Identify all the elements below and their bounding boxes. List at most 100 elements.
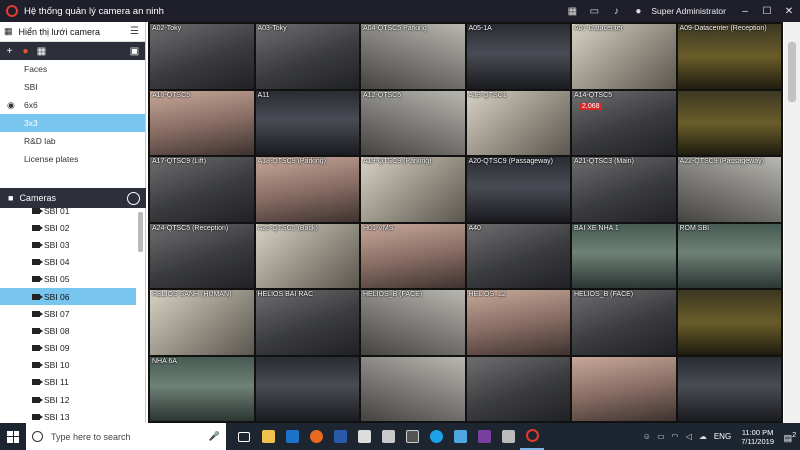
camera-tile[interactable]: A20-QTSC9 (Passageway) <box>466 157 570 222</box>
camera-tile[interactable] <box>361 356 465 421</box>
notifications-button[interactable]: ▤2 <box>780 430 800 444</box>
camera-tile[interactable]: HELIOS SANH (HUMAN) <box>150 290 254 355</box>
bell-icon[interactable]: ♪ <box>605 0 627 22</box>
battery-icon[interactable]: ▭ <box>654 432 668 441</box>
scrollbar-thumb[interactable] <box>788 42 796 102</box>
camera-tile[interactable] <box>572 356 676 421</box>
save-layout-button[interactable]: ▣ <box>129 46 140 57</box>
camera-item[interactable]: SBI 04 <box>0 254 146 271</box>
camera-tile[interactable]: A04-QTSC5 Parking <box>361 24 465 89</box>
add-layout-button[interactable]: + <box>4 46 15 57</box>
camera-tile[interactable]: BAI XE NHA 1 <box>572 223 676 288</box>
camera-tile[interactable]: A05-1A <box>466 24 570 89</box>
camera-tile[interactable]: HELIOS_B (FACE) <box>572 290 676 355</box>
camera-tile[interactable]: A14-QTSC5 2,068 <box>572 90 676 155</box>
camera-tile[interactable]: A03-Toky <box>255 24 359 89</box>
taskbar-search[interactable]: Type here to search 🎤 <box>26 423 226 450</box>
word-icon[interactable] <box>328 423 352 450</box>
camera-tile[interactable]: A21-QTSC3 (Main) <box>572 157 676 222</box>
refresh-icon[interactable] <box>127 191 140 205</box>
camera-tile[interactable] <box>677 90 781 155</box>
user-icon[interactable]: ● <box>627 0 649 22</box>
layout-item[interactable]: R&D lab <box>0 132 145 150</box>
maximize-button[interactable]: ☐ <box>756 0 778 22</box>
layout-item-selected[interactable]: 3x3 <box>0 114 145 132</box>
camera-item[interactable]: SBI 13 <box>0 408 146 423</box>
camera-tile[interactable] <box>677 290 781 355</box>
camera-icon <box>32 259 43 266</box>
close-button[interactable]: ✕ <box>778 0 800 22</box>
camera-tile[interactable]: HELIOS_L2 <box>466 290 570 355</box>
camera-tile[interactable]: HELIOS_B (FACE) <box>361 290 465 355</box>
camera-item[interactable]: SBI 05 <box>0 271 146 288</box>
camera-tile[interactable]: A24-QTSC5 (Reception) <box>150 223 254 288</box>
user-name[interactable]: Super Administrator <box>651 6 726 16</box>
camera-tile[interactable] <box>255 356 359 421</box>
camera-app-icon[interactable] <box>520 423 544 450</box>
camera-tile[interactable]: HELIOS BAI RAC <box>255 290 359 355</box>
people-icon[interactable]: ☺ <box>640 432 654 441</box>
layout-item[interactable]: SBI <box>0 78 145 96</box>
camera-tile[interactable]: A13-QTSC1 <box>466 90 570 155</box>
microphone-icon[interactable]: 🎤 <box>209 431 220 442</box>
camera-tile[interactable]: A17-QTSC9 (Lift) <box>150 157 254 222</box>
file-explorer-icon[interactable] <box>256 423 280 450</box>
camera-tile[interactable]: H01-VMS <box>361 223 465 288</box>
camera-tile[interactable]: NHA 6A <box>150 356 254 421</box>
app-icon[interactable] <box>448 423 472 450</box>
camera-item[interactable]: SBI 01 <box>0 208 146 219</box>
camera-item[interactable]: SBI 03 <box>0 236 146 253</box>
task-view-icon[interactable] <box>232 423 256 450</box>
camera-item[interactable]: SBI 07 <box>0 305 146 322</box>
app-icon[interactable] <box>352 423 376 450</box>
sort-icon[interactable]: ☰ <box>130 26 139 37</box>
camera-item[interactable]: SBI 12 <box>0 391 146 408</box>
record-icon[interactable]: ● <box>20 46 31 57</box>
clock[interactable]: 11:00 PM 7/11/2019 <box>741 428 774 446</box>
camera-tile[interactable] <box>466 356 570 421</box>
app-icon[interactable] <box>400 423 424 450</box>
camera-item[interactable]: SBI 10 <box>0 357 146 374</box>
onenote-icon[interactable] <box>472 423 496 450</box>
layout-item[interactable]: Faces <box>0 60 145 78</box>
camera-item-selected[interactable]: SBI 06 <box>0 287 136 306</box>
start-button[interactable] <box>0 423 26 450</box>
camera-tile[interactable]: A07-Datacenter <box>572 24 676 89</box>
camera-tile[interactable]: A11 <box>255 90 359 155</box>
camera-tile[interactable]: A12-QTSC5 <box>361 90 465 155</box>
camera-tile[interactable]: A19-QTSC9 (Parking) <box>361 157 465 222</box>
volume-icon[interactable]: ◁ <box>682 432 696 441</box>
language-indicator[interactable]: ENG <box>714 432 731 441</box>
camera-icon <box>32 276 43 283</box>
outlook-icon[interactable] <box>280 423 304 450</box>
camera-tile[interactable]: A02-Toky <box>150 24 254 89</box>
camera-tile[interactable] <box>677 356 781 421</box>
grid-view-button[interactable]: ▦ <box>36 46 47 57</box>
camera-item[interactable]: SBI 02 <box>0 219 146 236</box>
camera-item-label: SBI 02 <box>44 222 70 233</box>
app-icon[interactable] <box>376 423 400 450</box>
camera-item[interactable]: SBI 09 <box>0 340 146 357</box>
map-icon[interactable]: ▦ <box>561 0 583 22</box>
skype-icon[interactable] <box>424 423 448 450</box>
camera-tile[interactable]: A18-QTSC9 (Parking) <box>255 157 359 222</box>
network-icon[interactable]: ◠ <box>668 432 682 441</box>
minimize-button[interactable]: – <box>734 0 756 22</box>
camera-tile[interactable]: A22-QTSC9 (Passageway) <box>677 157 781 222</box>
camera-icon <box>32 413 43 420</box>
camera-item[interactable]: SBI 11 <box>0 374 146 391</box>
camera-tile[interactable]: ROM SBI <box>677 223 781 288</box>
camera-tile[interactable]: A09-Datacenter (Reception) <box>677 24 781 89</box>
grid-scrollbar[interactable] <box>784 22 800 423</box>
layout-item[interactable]: ◉ 6x6 <box>0 96 145 114</box>
camera-tile[interactable]: A40 <box>466 223 570 288</box>
layout-item[interactable]: License plates <box>0 150 145 168</box>
monitor-icon[interactable]: ▭ <box>583 0 605 22</box>
camera-tile[interactable]: A10-QTSC5 <box>150 90 254 155</box>
cloud-icon[interactable]: ☁ <box>696 432 710 441</box>
camera-item[interactable]: SBI 08 <box>0 322 146 339</box>
app-icon[interactable] <box>496 423 520 450</box>
camera-tile[interactable]: A25-QTSC5 (Back) <box>255 223 359 288</box>
sidebar-scrollbar[interactable] <box>138 212 143 252</box>
firefox-icon[interactable] <box>304 423 328 450</box>
